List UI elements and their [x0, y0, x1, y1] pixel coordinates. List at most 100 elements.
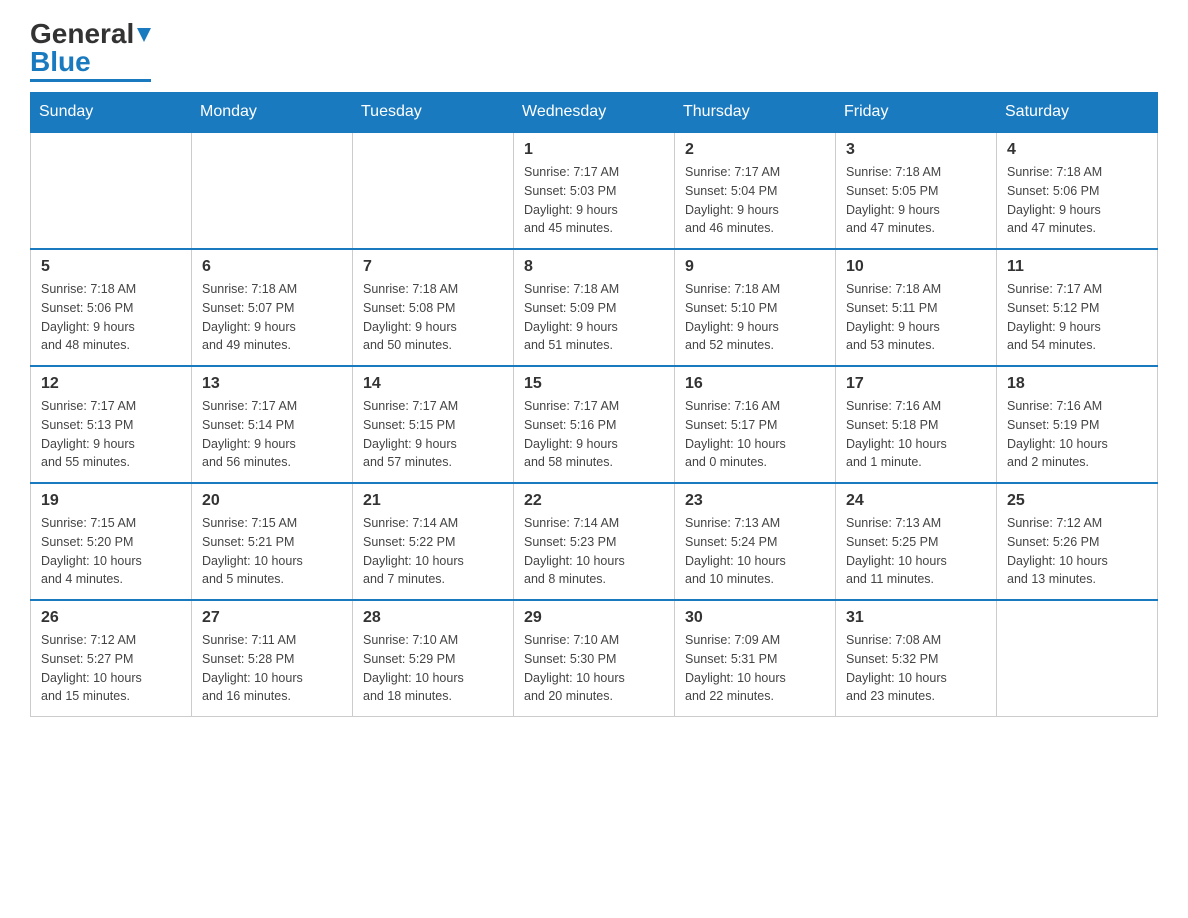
day-info: Sunrise: 7:08 AM Sunset: 5:32 PM Dayligh… [846, 631, 986, 706]
calendar-cell: 3Sunrise: 7:18 AM Sunset: 5:05 PM Daylig… [836, 132, 997, 249]
day-info: Sunrise: 7:13 AM Sunset: 5:24 PM Dayligh… [685, 514, 825, 589]
weekday-header-thursday: Thursday [675, 93, 836, 133]
day-info: Sunrise: 7:12 AM Sunset: 5:27 PM Dayligh… [41, 631, 181, 706]
calendar-cell: 8 Sunrise: 7:18 AM Sunset: 5:09 PM Daylig… [514, 249, 675, 366]
calendar-table: SundayMondayTuesdayWednesdayThursdayFrid… [30, 92, 1158, 717]
logo-text: GeneralBlue [30, 20, 151, 76]
day-number: 29 [524, 609, 664, 627]
calendar-cell: 22Sunrise: 7:14 AM Sunset: 5:23 PM Dayli… [514, 483, 675, 600]
weekday-header-row: SundayMondayTuesdayWednesdayThursdayFrid… [31, 93, 1158, 133]
calendar-week-3: 12 Sunrise: 7:17 AM Sunset: 5:13 PM Dayli… [31, 366, 1158, 483]
calendar-cell: 10Sunrise: 7:18 AM Sunset: 5:11 PM Dayli… [836, 249, 997, 366]
day-info: Sunrise: 7:18 AM Sunset: 5:05 PM Dayligh… [846, 163, 986, 238]
day-info: Sunrise: 7:09 AM Sunset: 5:31 PM Dayligh… [685, 631, 825, 706]
day-number: 21 [363, 492, 503, 510]
day-info: Sunrise: 7:16 AM Sunset: 5:18 PM Dayligh… [846, 397, 986, 472]
day-number: 22 [524, 492, 664, 510]
day-number: 13 [202, 375, 342, 393]
day-info: Sunrise: 7:18 AM Sunset: 5:11 PM Dayligh… [846, 280, 986, 355]
calendar-cell: 28Sunrise: 7:10 AM Sunset: 5:29 PM Dayli… [353, 600, 514, 717]
day-info: Sunrise: 7:13 AM Sunset: 5:25 PM Dayligh… [846, 514, 986, 589]
calendar-cell: 18 Sunrise: 7:16 AM Sunset: 5:19 PM Dayli… [997, 366, 1158, 483]
page-header: GeneralBlue [30, 20, 1158, 82]
weekday-header-saturday: Saturday [997, 93, 1158, 133]
calendar-cell: 5 Sunrise: 7:18 AM Sunset: 5:06 PM Daylig… [31, 249, 192, 366]
day-info: Sunrise: 7:18 AM Sunset: 5:10 PM Dayligh… [685, 280, 825, 355]
calendar-cell: 11 Sunrise: 7:17 AM Sunset: 5:12 PM Dayli… [997, 249, 1158, 366]
day-info: Sunrise: 7:10 AM Sunset: 5:29 PM Dayligh… [363, 631, 503, 706]
calendar-cell: 25 Sunrise: 7:12 AM Sunset: 5:26 PM Dayli… [997, 483, 1158, 600]
day-number: 24 [846, 492, 986, 510]
calendar-cell: 9 Sunrise: 7:18 AM Sunset: 5:10 PM Daylig… [675, 249, 836, 366]
day-number: 1 [524, 141, 664, 159]
day-number: 16 [685, 375, 825, 393]
day-number: 25 [1007, 492, 1147, 510]
day-info: Sunrise: 7:18 AM Sunset: 5:09 PM Dayligh… [524, 280, 664, 355]
day-number: 4 [1007, 141, 1147, 159]
day-info: Sunrise: 7:11 AM Sunset: 5:28 PM Dayligh… [202, 631, 342, 706]
calendar-cell: 12 Sunrise: 7:17 AM Sunset: 5:13 PM Dayli… [31, 366, 192, 483]
day-info: Sunrise: 7:17 AM Sunset: 5:04 PM Dayligh… [685, 163, 825, 238]
day-info: Sunrise: 7:17 AM Sunset: 5:14 PM Dayligh… [202, 397, 342, 472]
day-number: 30 [685, 609, 825, 627]
day-info: Sunrise: 7:17 AM Sunset: 5:03 PM Dayligh… [524, 163, 664, 238]
day-number: 26 [41, 609, 181, 627]
calendar-cell: 13 Sunrise: 7:17 AM Sunset: 5:14 PM Dayli… [192, 366, 353, 483]
weekday-header-sunday: Sunday [31, 93, 192, 133]
day-info: Sunrise: 7:18 AM Sunset: 5:06 PM Dayligh… [41, 280, 181, 355]
day-number: 7 [363, 258, 503, 276]
logo-underline [30, 79, 151, 82]
day-number: 17 [846, 375, 986, 393]
day-number: 31 [846, 609, 986, 627]
day-info: Sunrise: 7:16 AM Sunset: 5:19 PM Dayligh… [1007, 397, 1147, 472]
calendar-week-1: 1 Sunrise: 7:17 AM Sunset: 5:03 PM Daylig… [31, 132, 1158, 249]
calendar-cell: 24 Sunrise: 7:13 AM Sunset: 5:25 PM Dayli… [836, 483, 997, 600]
calendar-cell: 30 Sunrise: 7:09 AM Sunset: 5:31 PM Dayli… [675, 600, 836, 717]
day-number: 19 [41, 492, 181, 510]
calendar-cell: 27 Sunrise: 7:11 AM Sunset: 5:28 PM Dayli… [192, 600, 353, 717]
calendar-cell: 2Sunrise: 7:17 AM Sunset: 5:04 PM Daylig… [675, 132, 836, 249]
day-info: Sunrise: 7:15 AM Sunset: 5:20 PM Dayligh… [41, 514, 181, 589]
day-info: Sunrise: 7:17 AM Sunset: 5:15 PM Dayligh… [363, 397, 503, 472]
calendar-cell: 23 Sunrise: 7:13 AM Sunset: 5:24 PM Dayli… [675, 483, 836, 600]
calendar-cell: 19 Sunrise: 7:15 AM Sunset: 5:20 PM Dayli… [31, 483, 192, 600]
day-number: 20 [202, 492, 342, 510]
calendar-week-4: 19 Sunrise: 7:15 AM Sunset: 5:20 PM Dayli… [31, 483, 1158, 600]
weekday-header-wednesday: Wednesday [514, 93, 675, 133]
calendar-cell: 29Sunrise: 7:10 AM Sunset: 5:30 PM Dayli… [514, 600, 675, 717]
day-info: Sunrise: 7:17 AM Sunset: 5:13 PM Dayligh… [41, 397, 181, 472]
calendar-cell: 31 Sunrise: 7:08 AM Sunset: 5:32 PM Dayli… [836, 600, 997, 717]
calendar-cell [192, 132, 353, 249]
day-number: 15 [524, 375, 664, 393]
day-number: 12 [41, 375, 181, 393]
day-info: Sunrise: 7:17 AM Sunset: 5:16 PM Dayligh… [524, 397, 664, 472]
calendar-cell: 26 Sunrise: 7:12 AM Sunset: 5:27 PM Dayli… [31, 600, 192, 717]
day-info: Sunrise: 7:16 AM Sunset: 5:17 PM Dayligh… [685, 397, 825, 472]
calendar-cell: 21Sunrise: 7:14 AM Sunset: 5:22 PM Dayli… [353, 483, 514, 600]
day-number: 11 [1007, 258, 1147, 276]
calendar-cell: 6 Sunrise: 7:18 AM Sunset: 5:07 PM Daylig… [192, 249, 353, 366]
calendar-cell: 14 Sunrise: 7:17 AM Sunset: 5:15 PM Dayli… [353, 366, 514, 483]
day-number: 8 [524, 258, 664, 276]
day-number: 5 [41, 258, 181, 276]
day-info: Sunrise: 7:12 AM Sunset: 5:26 PM Dayligh… [1007, 514, 1147, 589]
calendar-cell: 4Sunrise: 7:18 AM Sunset: 5:06 PM Daylig… [997, 132, 1158, 249]
day-number: 23 [685, 492, 825, 510]
day-info: Sunrise: 7:18 AM Sunset: 5:07 PM Dayligh… [202, 280, 342, 355]
day-number: 6 [202, 258, 342, 276]
calendar-cell: 16 Sunrise: 7:16 AM Sunset: 5:17 PM Dayli… [675, 366, 836, 483]
calendar-week-2: 5 Sunrise: 7:18 AM Sunset: 5:06 PM Daylig… [31, 249, 1158, 366]
calendar-cell: 15 Sunrise: 7:17 AM Sunset: 5:16 PM Dayli… [514, 366, 675, 483]
calendar-cell: 20 Sunrise: 7:15 AM Sunset: 5:21 PM Dayli… [192, 483, 353, 600]
day-number: 18 [1007, 375, 1147, 393]
calendar-cell [31, 132, 192, 249]
day-number: 27 [202, 609, 342, 627]
day-number: 9 [685, 258, 825, 276]
calendar-cell: 7 Sunrise: 7:18 AM Sunset: 5:08 PM Daylig… [353, 249, 514, 366]
weekday-header-monday: Monday [192, 93, 353, 133]
weekday-header-friday: Friday [836, 93, 997, 133]
day-info: Sunrise: 7:17 AM Sunset: 5:12 PM Dayligh… [1007, 280, 1147, 355]
day-info: Sunrise: 7:18 AM Sunset: 5:08 PM Dayligh… [363, 280, 503, 355]
day-info: Sunrise: 7:15 AM Sunset: 5:21 PM Dayligh… [202, 514, 342, 589]
day-number: 14 [363, 375, 503, 393]
